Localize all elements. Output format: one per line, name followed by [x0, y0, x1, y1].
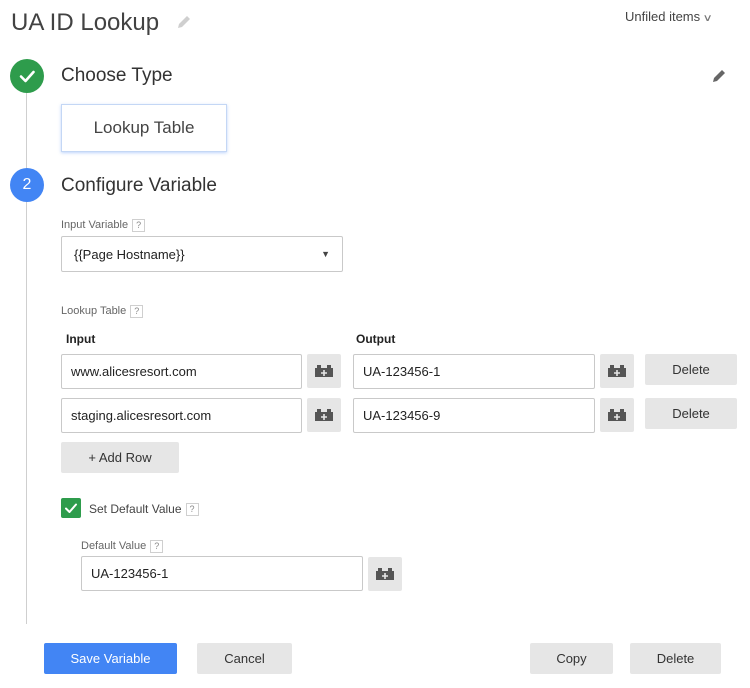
delete-variable-button[interactable]: Delete [630, 643, 721, 674]
add-row-button[interactable]: + Add Row [61, 442, 179, 473]
help-icon[interactable]: ? [150, 539, 164, 553]
set-default-label-row: Set Default Value? [89, 502, 199, 517]
lookup-table-label: Lookup Table [61, 305, 127, 317]
variable-type-card[interactable]: Lookup Table [61, 104, 227, 152]
variable-title: UA ID Lookup [11, 9, 160, 36]
input-variable-label-row: Input Variable? [61, 218, 146, 232]
copy-button[interactable]: Copy [530, 643, 613, 674]
lookup-output-field[interactable]: UA-123456-1 [353, 354, 595, 389]
help-icon[interactable]: ? [130, 304, 144, 318]
chevron-down-icon: ∨ [702, 13, 713, 24]
lookup-output-field[interactable]: UA-123456-9 [353, 398, 595, 433]
variable-brick-icon [376, 568, 394, 580]
edit-type-pencil-icon[interactable] [711, 68, 727, 84]
delete-row-button[interactable]: Delete [645, 354, 737, 385]
input-variable-label: Input Variable [61, 219, 129, 231]
variable-picker-button[interactable] [368, 557, 402, 591]
help-icon[interactable]: ? [185, 503, 199, 517]
step-complete-checkmark-icon [10, 59, 44, 93]
variable-brick-icon [315, 409, 333, 421]
lookup-input-field[interactable]: www.alicesresort.com [61, 354, 302, 389]
default-value-label: Default Value [81, 540, 147, 552]
variable-brick-icon [608, 409, 626, 421]
caret-down-icon: ▼ [321, 249, 330, 259]
step-configure-title: Configure Variable [61, 175, 217, 196]
input-column-header: Input [66, 332, 96, 346]
set-default-checkbox[interactable] [61, 498, 81, 518]
lookup-table-label-row: Lookup Table? [61, 304, 144, 318]
delete-row-button[interactable]: Delete [645, 398, 737, 429]
input-variable-value: {{Page Hostname}} [74, 246, 185, 262]
step-number-badge: 2 [10, 168, 44, 202]
variable-picker-button[interactable] [307, 354, 341, 388]
set-default-label: Set Default Value [89, 502, 182, 516]
folder-label: Unfiled items [625, 9, 701, 24]
variable-picker-button[interactable] [307, 398, 341, 432]
step-choose-type-title: Choose Type [61, 65, 173, 86]
save-variable-button[interactable]: Save Variable [44, 643, 177, 674]
output-column-header: Output [356, 332, 396, 346]
default-value-label-row: Default Value? [81, 539, 164, 553]
variable-picker-button[interactable] [600, 398, 634, 432]
default-value-field[interactable]: UA-123456-1 [81, 556, 363, 591]
checkmark-icon [65, 503, 77, 513]
variable-brick-icon [315, 365, 333, 377]
edit-title-pencil-icon[interactable] [176, 14, 192, 30]
variable-picker-button[interactable] [600, 354, 634, 388]
lookup-input-field[interactable]: staging.alicesresort.com [61, 398, 302, 433]
input-variable-select[interactable]: {{Page Hostname}} ▼ [61, 236, 343, 272]
variable-brick-icon [608, 365, 626, 377]
cancel-button[interactable]: Cancel [197, 643, 292, 674]
folder-selector[interactable]: Unfiled items ∨ [625, 9, 713, 24]
help-icon[interactable]: ? [132, 218, 146, 232]
